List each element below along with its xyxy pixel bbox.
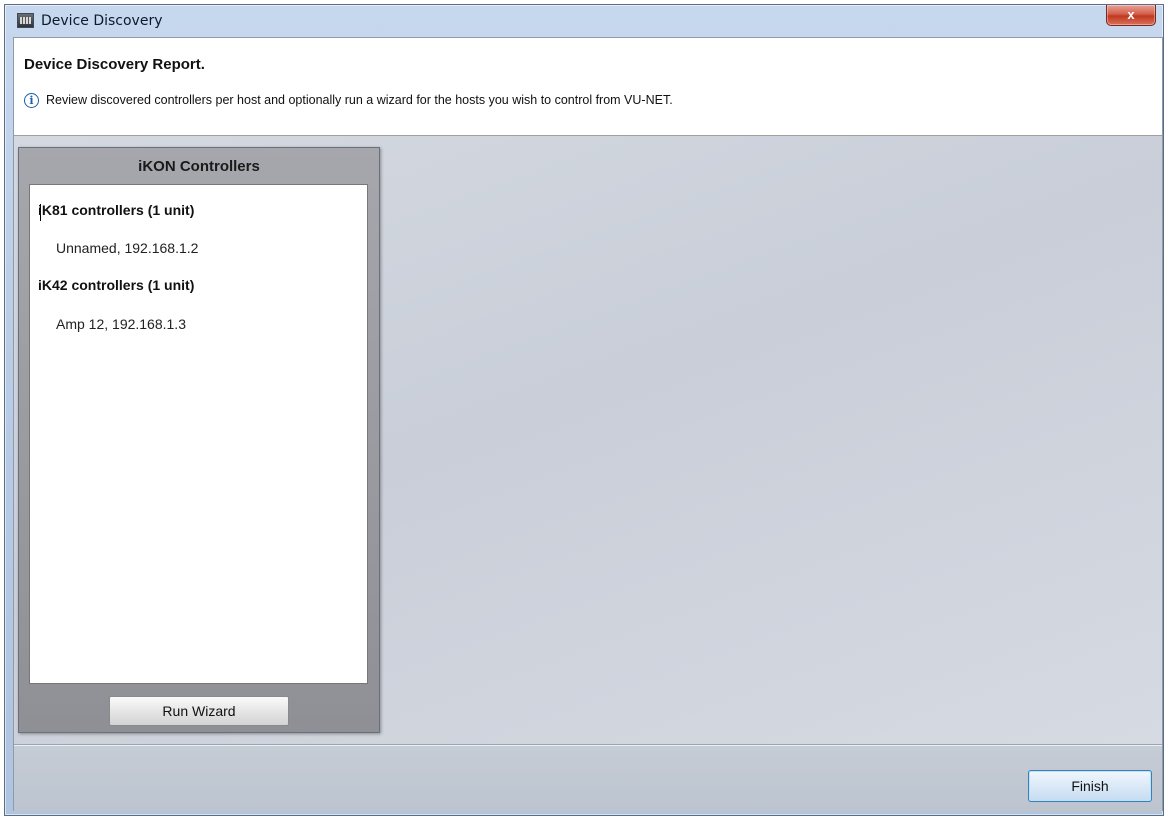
finish-button[interactable]: Finish bbox=[1028, 770, 1152, 802]
ikon-controllers-panel: iKON Controllers iK81 controllers (1 uni… bbox=[18, 147, 380, 733]
close-button[interactable]: x bbox=[1106, 5, 1156, 26]
group-header-ik42[interactable]: iK42 controllers (1 unit) bbox=[38, 277, 194, 293]
window-title: Device Discovery bbox=[41, 13, 163, 29]
dialog-header: Device Discovery Report. i Review discov… bbox=[14, 38, 1162, 136]
content-area: iKON Controllers iK81 controllers (1 uni… bbox=[14, 136, 1162, 745]
dialog-client-area: Device Discovery Report. i Review discov… bbox=[13, 37, 1163, 812]
info-message: Review discovered controllers per host a… bbox=[46, 93, 673, 107]
dialog-footer: Finish bbox=[14, 746, 1162, 812]
list-item[interactable]: Unnamed, 192.168.1.2 bbox=[56, 240, 198, 256]
controllers-list[interactable]: iK81 controllers (1 unit) Unnamed, 192.1… bbox=[29, 184, 368, 684]
info-icon: i bbox=[24, 93, 39, 108]
device-discovery-window: Device Discovery x Device Discovery Repo… bbox=[4, 4, 1164, 816]
list-item[interactable]: Amp 12, 192.168.1.3 bbox=[56, 316, 186, 332]
page-title: Device Discovery Report. bbox=[24, 56, 205, 73]
panel-title: iKON Controllers bbox=[138, 158, 260, 175]
run-wizard-button[interactable]: Run Wizard bbox=[109, 696, 289, 726]
title-bar: Device Discovery x bbox=[5, 5, 1163, 37]
app-icon bbox=[17, 13, 34, 28]
group-header-ik81[interactable]: iK81 controllers (1 unit) bbox=[38, 202, 194, 218]
